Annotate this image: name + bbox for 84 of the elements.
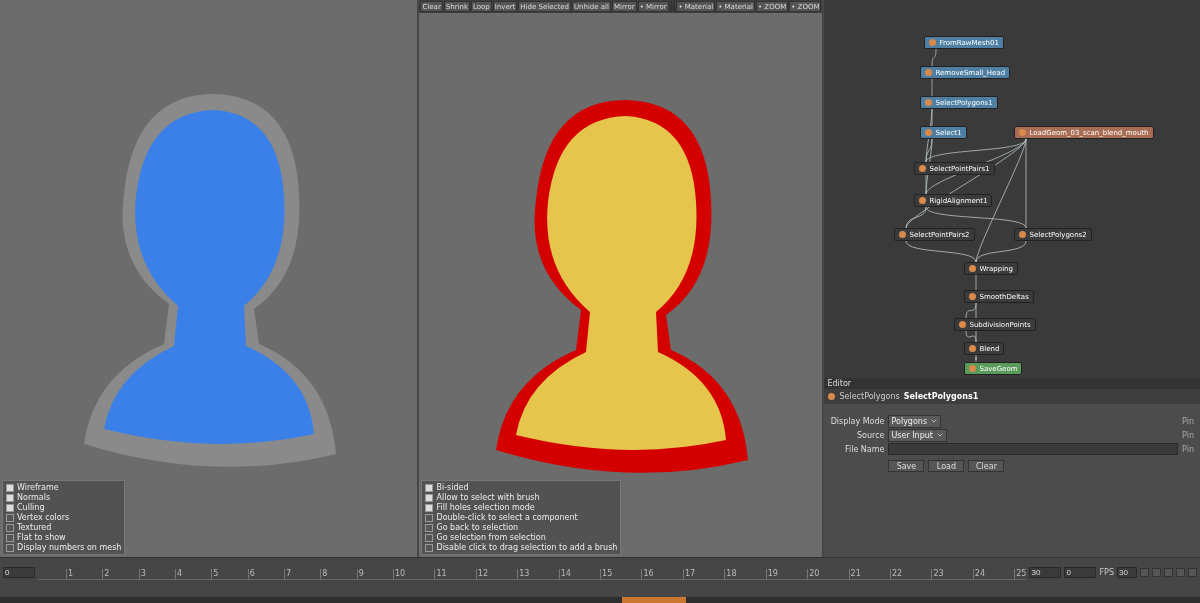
checkbox[interactable] [6,523,14,532]
checkbox[interactable] [425,513,434,522]
checkbox[interactable] [6,483,14,492]
option-label: Wireframe [17,483,59,492]
option-label: Go back to selection [436,523,519,532]
frame-tick: 14 [558,568,571,579]
frame-tick: 10 [392,568,406,579]
pin-label: Pin [1182,444,1194,454]
checkbox[interactable] [425,493,434,502]
option-label: Go selection from selection [436,533,546,542]
field-label: Source [856,430,885,440]
checkbox[interactable] [6,533,14,542]
checkbox[interactable] [425,543,434,552]
current-frame-field[interactable]: 0 [1064,566,1097,578]
panel-title: Editor [824,378,1200,389]
frame-tick: 24 [972,568,986,579]
editor-button[interactable]: Clear [968,460,1005,472]
frame-tick: 23 [931,568,944,579]
option-label: Disable click to drag selection to add a brush [436,543,618,552]
frame-tick: 19 [765,568,778,579]
checkbox[interactable] [6,503,14,512]
editor-button[interactable]: Load [928,460,965,472]
connector-wire [976,354,977,362]
option-label: Culling [17,503,45,512]
option-label: Flat to show [17,533,66,542]
checkbox[interactable] [6,543,14,552]
frame-tick: 21 [848,568,861,579]
pin-label: Pin [1182,416,1194,426]
frame-tick: 3 [138,568,146,579]
frame-tick: 18 [724,568,737,579]
checkbox[interactable] [425,523,434,532]
frame-tick: 17 [682,568,696,579]
checkbox[interactable] [425,503,434,512]
checkbox[interactable] [425,483,434,492]
option-label: Double-click to select a component [436,513,578,522]
frame-tick: 22 [890,568,903,579]
option-label: Vertex colors [17,513,70,522]
fps-field[interactable]: 30 [1117,566,1137,578]
end-frame-field[interactable]: 30 [1029,566,1062,578]
node-type: SelectPolygons [839,392,900,401]
frame-tick: 13 [517,568,530,579]
node-name: SelectPolygons1 [903,392,979,401]
checkbox[interactable] [425,533,434,542]
pin-label: Pin [1182,430,1194,440]
option-label: Allow to select with brush [436,493,540,502]
frame-tick: 1 [66,568,74,579]
toolbar-field[interactable] [673,1,676,12]
frame-tick: 4 [175,568,183,579]
scrollbar-thumb[interactable] [622,597,686,603]
option-label: Fill holes selection mode [436,503,535,512]
option-label: Display numbers on mesh [17,543,122,552]
checkbox[interactable] [6,493,14,502]
fps-label: FPS [1099,567,1114,577]
field-label: Display Mode [829,416,885,426]
frame-tick: 5 [211,568,219,579]
connector-wire [976,274,977,291]
frame-tick: 6 [247,568,255,579]
frame-tick: 7 [283,568,292,579]
frame-tick: 25 [1014,568,1027,579]
frame-tick: 8 [320,568,328,579]
input-field[interactable] [888,443,1179,455]
checkbox[interactable] [6,513,14,522]
frame-tick: 2 [102,568,110,579]
option-label: Normals [17,493,51,502]
dropdown[interactable]: Polygons [888,414,942,428]
frame-tick: 20 [807,568,820,579]
timeline-ruler[interactable]: 1 2 3 4 5 6 7 8 9 10 11 12 13 14 15 16 17 18 19 20 21 22 23 24 25 [38,564,1027,580]
dropdown[interactable]: User Input [888,428,947,442]
connector-wire [932,78,933,97]
connector-wire [932,49,937,67]
frame-tick: 9 [356,568,364,579]
node-icon [828,393,836,400]
frame-tick: 12 [475,568,488,579]
editor-button[interactable]: Save [888,460,925,472]
field-label: File Name [843,444,885,454]
start-frame-field[interactable]: 0 [3,566,35,578]
viewport[interactable] [419,0,823,557]
frame-tick: 11 [434,568,447,579]
toolbar-field[interactable] [669,1,672,12]
frame-tick: 15 [600,568,613,579]
option-label: Textured [17,523,52,532]
option-label: Bi-sided [436,483,469,492]
viewport[interactable]: Wireframe Normals Culling Vertex colors Textured Flat to show Display numbers on mesh [0,0,418,557]
frame-tick: 16 [641,568,654,579]
